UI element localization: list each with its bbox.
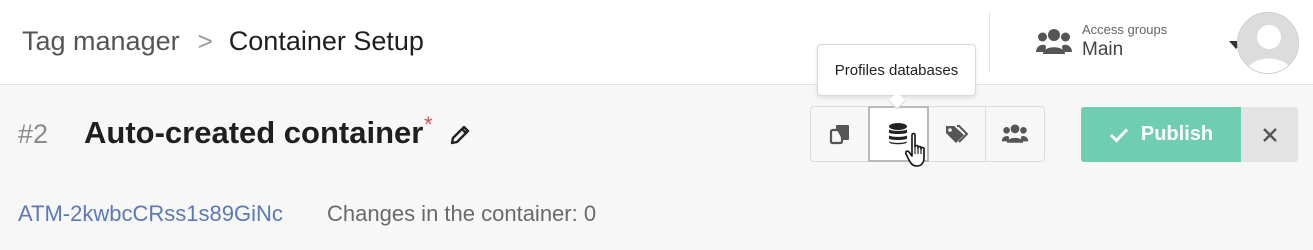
changes-count: Changes in the container: 0	[327, 201, 597, 226]
close-button[interactable]	[1241, 107, 1298, 162]
publish-label: Publish	[1140, 123, 1214, 145]
publish-button[interactable]: Publish	[1081, 107, 1241, 162]
breadcrumb-current: Container Setup	[228, 26, 424, 56]
container-name: Auto-created container	[84, 115, 424, 150]
access-groups-value: Main	[1082, 39, 1124, 60]
copy-button[interactable]	[811, 107, 870, 161]
hand-cursor-icon	[905, 132, 925, 167]
users-icon	[1001, 124, 1029, 143]
close-icon	[1262, 127, 1277, 142]
breadcrumb-separator: >	[197, 26, 213, 56]
container-code-link[interactable]: ATM-2kwbcCRss1s89GiNc	[18, 201, 283, 227]
required-mark: *	[424, 112, 433, 137]
breadcrumb: Tag manager > Container Setup	[22, 26, 424, 57]
check-icon	[1109, 127, 1128, 143]
tags-button[interactable]	[928, 107, 986, 161]
access-groups-label: Access groups	[1082, 22, 1168, 37]
access-groups-dropdown[interactable]: Access groups Main	[1036, 14, 1244, 70]
avatar-silhouette-icon	[1246, 25, 1292, 73]
header-divider	[989, 12, 990, 72]
copy-icon	[829, 125, 849, 145]
tags-icon	[946, 125, 969, 143]
tooltip: Profiles databases	[817, 44, 976, 96]
pencil-icon[interactable]	[449, 124, 471, 146]
user-avatar[interactable]	[1237, 12, 1299, 74]
users-icon	[1036, 29, 1072, 54]
breadcrumb-root[interactable]: Tag manager	[22, 26, 180, 57]
container-number: #2	[18, 119, 49, 149]
top-bar: Tag manager > Container Setup Access gro…	[0, 0, 1313, 85]
access-groups-button[interactable]	[986, 107, 1044, 161]
